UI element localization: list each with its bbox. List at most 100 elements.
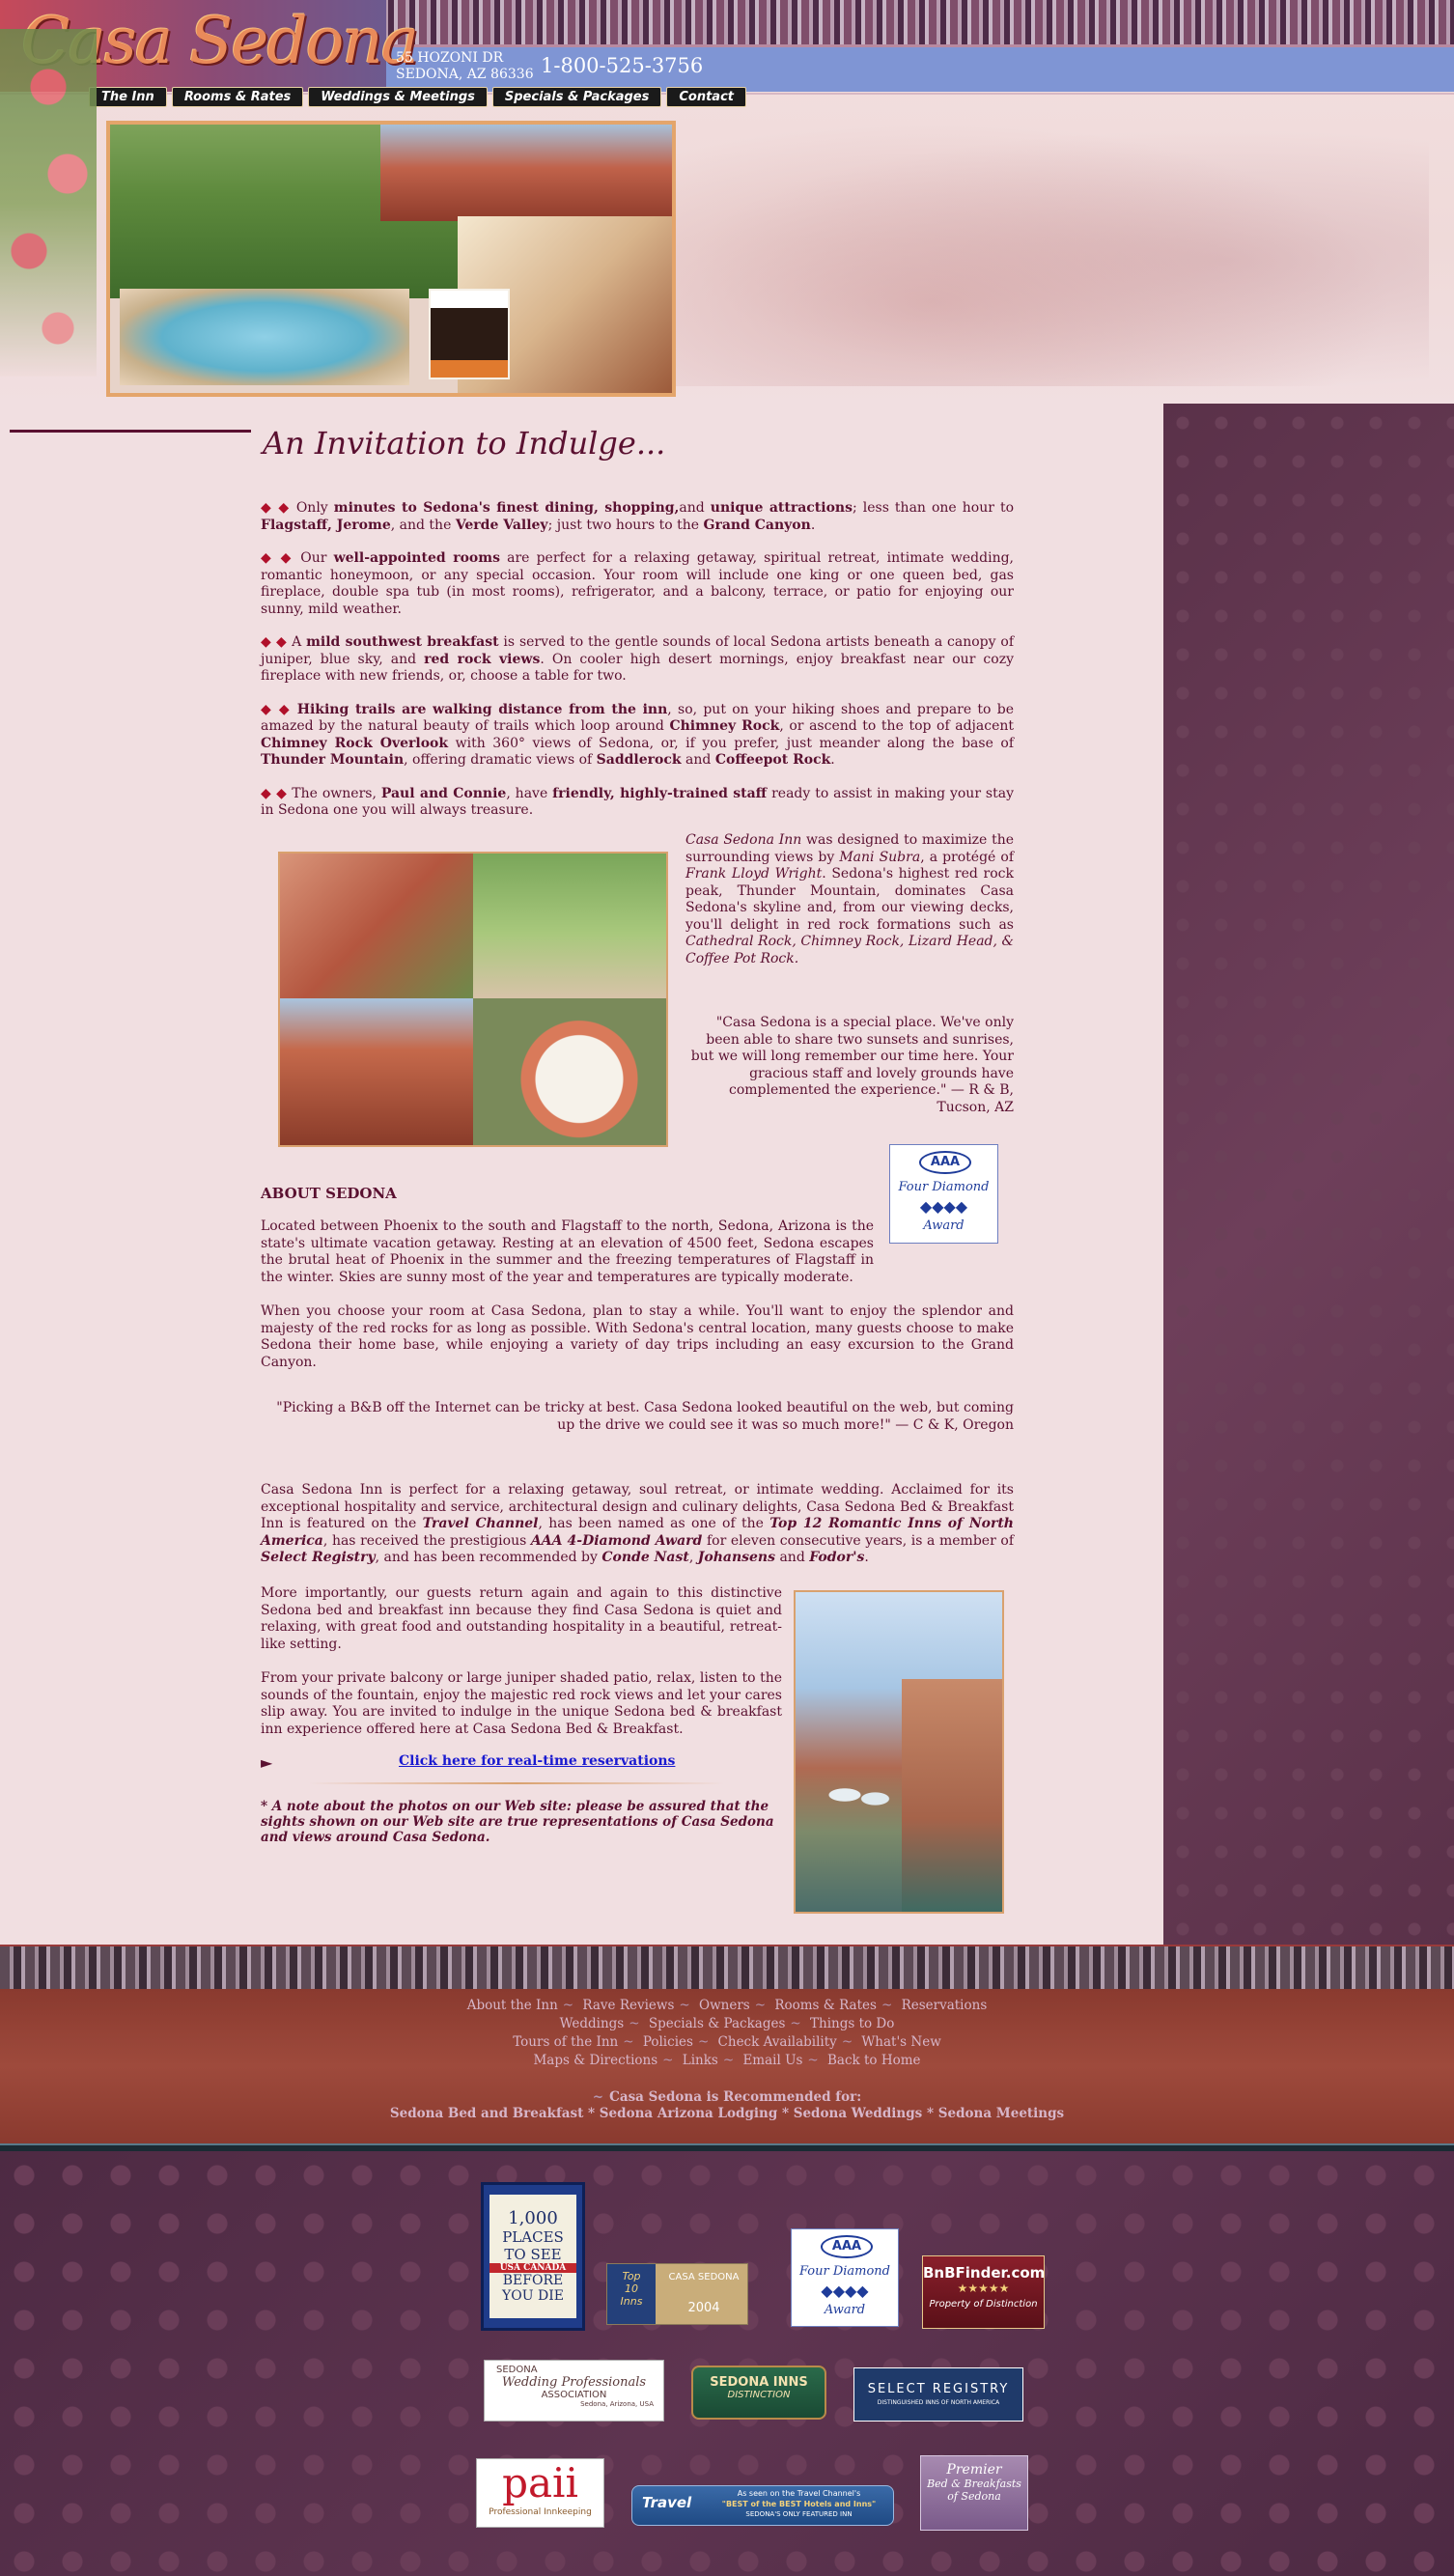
footer-greek-border	[0, 1945, 1454, 1991]
footer-link[interactable]: Check Availability	[718, 2034, 837, 2050]
badge-text: PLACES	[502, 2228, 564, 2246]
text-bold: Chimney Rock	[669, 718, 780, 734]
diamond-bullet-icon: ◆ ◆	[261, 634, 288, 650]
book-1000-places-badge[interactable]: 1,000 PLACES TO SEE USA CANADA BEFORE YO…	[481, 2182, 585, 2331]
address-line-2: SEDONA, AZ 86336	[396, 67, 534, 82]
guest-quote-oregon: "Picking a B&B off the Internet can be t…	[276, 1400, 1014, 1433]
swirl-separator-icon: ~	[629, 2016, 640, 2031]
select-registry-badge[interactable]: SELECT REGISTRY DISTINGUISHED INNS OF NO…	[853, 2367, 1023, 2422]
text: , offering dramatic views of	[404, 752, 597, 768]
swirl-separator-icon: ~	[623, 2034, 634, 2050]
footer-link[interactable]: About the Inn	[467, 1998, 558, 2013]
awards-paragraph: Casa Sedona Inn is perfect for a relaxin…	[261, 1482, 1014, 1567]
text: The owners,	[292, 785, 381, 801]
travel-channel-badge[interactable]: Travel As seen on the Travel Channel's "…	[631, 2485, 894, 2526]
text-bold: Verde Valley	[455, 517, 548, 533]
recommended-label: ~ Casa Sedona is Recommended for:	[0, 2089, 1454, 2106]
swirl-separator-icon: ~	[841, 2034, 853, 2050]
footer-link[interactable]: Owners	[699, 1998, 750, 2013]
text: , have	[506, 785, 553, 801]
text: ,	[688, 1550, 698, 1565]
address-line-1: 55 HOZONI DR	[396, 50, 504, 66]
diamond-icons: ◆◆◆◆	[919, 1197, 968, 1216]
footer-link[interactable]: Back to Home	[827, 2053, 921, 2068]
text: Top	[622, 2270, 641, 2282]
text-bold: red rock views	[424, 651, 541, 667]
badge-text: Bed & Breakfasts	[927, 2478, 1021, 2490]
nav-specials-packages[interactable]: Specials & Packages	[491, 87, 662, 107]
text: .	[864, 1550, 869, 1565]
sedona-inns-of-distinction-badge[interactable]: SEDONA INNS DISTINCTION	[691, 2366, 826, 2420]
badge-text: Sedona, Arizona, USA	[580, 2400, 654, 2408]
badge-text: SELECT REGISTRY	[867, 2382, 1010, 2396]
footer-link[interactable]: Tours of the Inn	[513, 2034, 618, 2050]
recommended-block: ~ Casa Sedona is Recommended for: Sedona …	[0, 2089, 1454, 2122]
garden-path-photo	[473, 854, 666, 998]
travel-logo: Travel	[642, 2494, 692, 2511]
footer-link[interactable]: Rave Reviews	[582, 1998, 674, 2013]
footer-row: Tours of the Inn ~ Policies ~ Check Availa…	[0, 2033, 1454, 2052]
footer-link[interactable]: Reservations	[902, 1998, 988, 2013]
text-bold-italic: Conde Nast	[601, 1550, 689, 1565]
paii-badge[interactable]: paii Professional Innkeeping	[476, 2458, 604, 2528]
nav-the-inn[interactable]: The Inn	[89, 87, 167, 107]
text: Our	[300, 550, 334, 566]
sedona-wedding-professionals-badge[interactable]: SEDONA Wedding Professionals ASSOCIATION…	[484, 2360, 664, 2422]
recommended-items[interactable]: Sedona Bed and Breakfast * Sedona Arizon…	[0, 2106, 1454, 2122]
nav-weddings-meetings[interactable]: Weddings & Meetings	[308, 87, 488, 107]
text-bold: minutes to Sedona's finest dining, shopp…	[333, 500, 680, 516]
swirl-separator-icon: ~	[754, 1998, 767, 2013]
swirl-separator-icon: ~	[562, 1998, 574, 2013]
diamond-bullet-icon: ◆ ◆	[261, 701, 292, 717]
balcony-railing	[902, 1679, 1002, 1912]
footer-link[interactable]: Specials & Packages	[649, 2016, 786, 2031]
text-italic: Frank Lloyd Wright	[685, 866, 823, 882]
footer-link[interactable]: Links	[683, 2053, 718, 2068]
premier-bed-breakfasts-badge[interactable]: Premier Bed & Breakfasts of Sedona	[920, 2455, 1028, 2531]
intro-paragraph-breakfast: ◆ ◆ A mild southwest breakfast is served…	[261, 634, 1014, 686]
badge-text: BnBFinder.com	[923, 2264, 1045, 2282]
text-bold-italic: Select Registry	[261, 1550, 376, 1565]
text: , and has been recommended by	[375, 1550, 602, 1565]
footer-link[interactable]: Rooms & Rates	[774, 1998, 877, 2013]
about-sedona: Located between Phoenix to the south and…	[261, 1218, 1014, 1388]
badge-text: DISTINCTION	[727, 2390, 791, 2400]
top-10-inns-badge[interactable]: Top 10 Inns CASA SEDONA 2004	[606, 2263, 748, 2325]
main-nav: The Inn Rooms & Rates Weddings & Meeting…	[89, 87, 746, 107]
bnbfinder-badge[interactable]: BnBFinder.com ★★★★★ Property of Distinct…	[922, 2255, 1045, 2329]
footer-link[interactable]: Policies	[643, 2034, 693, 2050]
text-bold-italic: Fodor's	[809, 1550, 865, 1565]
aaa-four-diamond-badge-footer[interactable]: AAA Four Diamond ◆◆◆◆ Award	[791, 2228, 899, 2327]
header-blue-band	[377, 47, 1454, 92]
text-italic: Cathedral Rock, Chimney Rock, Lizard Hea…	[685, 934, 1014, 966]
badge-text: Four Diamond	[798, 2264, 891, 2279]
intro-paragraph-hiking: ◆ ◆ Hiking trails are walking distance f…	[261, 702, 1014, 770]
heading-rule	[10, 430, 251, 433]
star-icons: ★★★★★	[957, 2282, 1010, 2295]
about-paragraph: When you choose your room at Casa Sedona…	[261, 1303, 1014, 1370]
text-italic: Mani Subra	[839, 849, 921, 865]
text-bold-italic: Johansens	[697, 1550, 775, 1565]
about-heading: ABOUT SEDONA	[261, 1185, 397, 1202]
footer-link[interactable]: What's New	[861, 2034, 940, 2050]
footer-link[interactable]: Maps & Directions	[533, 2053, 657, 2068]
diamond-bullet-icon: ◆ ◆	[261, 550, 294, 566]
footer-link[interactable]: Weddings	[560, 2016, 625, 2031]
nav-contact[interactable]: Contact	[666, 87, 746, 107]
red-rock-photo	[280, 998, 473, 1145]
reservations-link[interactable]: Click here for real-time reservations	[399, 1753, 675, 1769]
text: ; less than one hour to	[852, 500, 1015, 516]
text-bold-italic: Travel Channel	[422, 1516, 539, 1531]
footer-link[interactable]: Email Us	[742, 2053, 802, 2068]
text-bold: Flagstaff, Jerome	[261, 517, 391, 533]
footer-link[interactable]: Things to Do	[810, 2016, 894, 2031]
badge-text: Premier	[946, 2462, 1002, 2478]
address: 55 HOZONI DR SEDONA, AZ 86336	[396, 50, 534, 83]
text: with 360° views of Sedona, or, if you pr…	[448, 735, 1014, 751]
breakfast-plate-photo	[473, 998, 666, 1145]
footer-row: Weddings ~ Specials & Packages ~ Things to…	[0, 2015, 1454, 2033]
more-content: More importantly, our guests return agai…	[261, 1585, 782, 1755]
nav-rooms-rates[interactable]: Rooms & Rates	[171, 87, 304, 107]
design-paragraph: Casa Sedona Inn was designed to maximize…	[685, 832, 1014, 967]
swirl-separator-icon: ~	[881, 1998, 893, 2013]
